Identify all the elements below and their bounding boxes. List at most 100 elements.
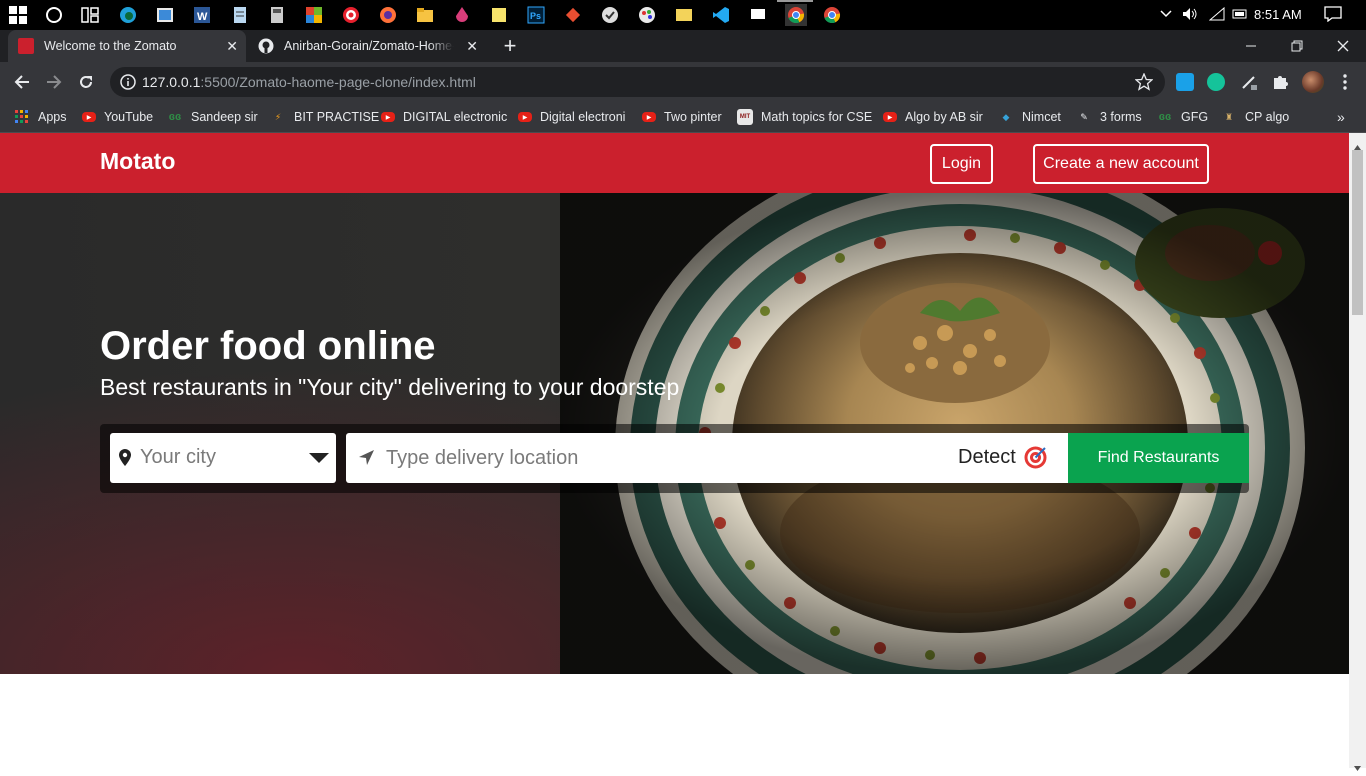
- active-app-indicator: [777, 0, 813, 2]
- volume-icon[interactable]: [1182, 7, 1198, 24]
- target-app-icon[interactable]: [341, 5, 361, 25]
- bookmark-cp-algo[interactable]: ♜ CP algo: [1221, 107, 1289, 127]
- back-arrow-icon[interactable]: [10, 70, 34, 94]
- delivery-location-input[interactable]: [386, 445, 946, 471]
- gfg-icon: ɞɞ: [1158, 111, 1172, 123]
- bookmark-label: Algo by AB sir: [905, 110, 983, 124]
- eyedropper-extension-icon[interactable]: [1240, 73, 1258, 91]
- more-bookmarks-icon[interactable]: »: [1337, 107, 1345, 127]
- new-tab-button[interactable]: +: [496, 30, 524, 62]
- create-account-button[interactable]: Create a new account: [1033, 144, 1209, 184]
- bookmark-apps[interactable]: Apps: [14, 107, 67, 127]
- bookmark-3-forms[interactable]: ✎ 3 forms: [1076, 107, 1142, 127]
- extension-translate-icon[interactable]: [1176, 73, 1194, 91]
- login-button[interactable]: Login: [930, 144, 993, 184]
- tab-zomato[interactable]: Welcome to the Zomato ✕: [8, 30, 246, 62]
- target-detect-icon[interactable]: [1023, 445, 1048, 470]
- windows-start-icon[interactable]: [8, 5, 28, 25]
- detect-location-button[interactable]: Detect: [958, 446, 1016, 469]
- bookmark-label: GFG: [1181, 110, 1209, 124]
- scrollbar-thumb[interactable]: [1352, 150, 1363, 315]
- profile-avatar[interactable]: [1302, 71, 1324, 93]
- url-text[interactable]: 127.0.0.1:5500/Zomato-haome-page-clone/i…: [142, 74, 476, 90]
- windows-taskbar: W Ps 8:51 AM: [0, 0, 1366, 30]
- bookmark-digital-electronic[interactable]: ▶ DIGITAL electronic: [381, 107, 507, 127]
- word-icon[interactable]: W: [192, 5, 212, 25]
- bookmark-algo-by-ab-sir[interactable]: ▶ Algo by AB sir: [883, 107, 983, 127]
- browser-toolbar: 127.0.0.1:5500/Zomato-haome-page-clone/i…: [0, 62, 1366, 102]
- city-select[interactable]: Your city: [110, 433, 336, 483]
- find-restaurants-button[interactable]: Find Restaurants: [1068, 433, 1249, 483]
- bookmark-star-icon[interactable]: [1134, 72, 1154, 96]
- caret-down-icon[interactable]: [309, 453, 329, 463]
- bookmark-nimcet[interactable]: ◆ Nimcet: [998, 107, 1061, 127]
- task-view-icon[interactable]: [80, 5, 100, 25]
- navigation-arrow-icon: [359, 450, 374, 465]
- git-icon[interactable]: [563, 5, 583, 25]
- paint-drop-icon[interactable]: [452, 5, 472, 25]
- edge-browser-icon[interactable]: [118, 5, 138, 25]
- bookmark-gfg[interactable]: ɞɞ GFG: [1157, 107, 1208, 127]
- youtube-icon: ▶: [883, 112, 897, 122]
- calculator-icon[interactable]: [267, 5, 287, 25]
- forward-arrow-icon[interactable]: [42, 70, 66, 94]
- reload-icon[interactable]: [74, 70, 98, 94]
- bookmark-sandeep-sir[interactable]: ɞɞ Sandeep sir: [167, 107, 258, 127]
- github-favicon-icon: [258, 38, 274, 54]
- restore-icon[interactable]: [1274, 30, 1320, 62]
- chat-app-icon[interactable]: [748, 5, 768, 25]
- search-circle-icon[interactable]: [44, 5, 64, 25]
- bookmark-math-topics[interactable]: MIT Math topics for CSE: [737, 107, 872, 127]
- grammarly-icon[interactable]: [1207, 73, 1225, 91]
- tray-chevron-icon[interactable]: [1160, 7, 1172, 22]
- bookmark-two-pinter[interactable]: ▶ Two pinter: [642, 107, 722, 127]
- web-page: Motato Login Create a new account Order …: [0, 133, 1349, 768]
- check-app-icon[interactable]: [600, 5, 620, 25]
- hero-title: Order food online: [100, 324, 436, 368]
- scroll-down-icon[interactable]: [1354, 758, 1361, 776]
- sticky-notes-icon[interactable]: [489, 5, 509, 25]
- url-path: :5500/Zomato-haome-page-clone/index.html: [200, 74, 476, 90]
- forms-icon: ✎: [1080, 111, 1088, 122]
- site-info-icon[interactable]: [120, 74, 136, 95]
- chrome-icon[interactable]: [785, 4, 807, 26]
- taskbar-clock[interactable]: 8:51 AM: [1254, 7, 1302, 22]
- paint-palette-icon[interactable]: [637, 5, 657, 25]
- delivery-location-field[interactable]: Detect: [346, 433, 1069, 483]
- chrome-menu-icon[interactable]: [1336, 73, 1354, 91]
- battery-icon[interactable]: [1232, 7, 1248, 24]
- tab-github[interactable]: Anirban-Gorain/Zomato-Home-P ✕: [248, 30, 486, 62]
- site-navbar: Motato Login Create a new account: [0, 133, 1349, 193]
- firefox-icon[interactable]: [378, 5, 398, 25]
- address-bar[interactable]: 127.0.0.1:5500/Zomato-haome-page-clone/i…: [110, 67, 1165, 97]
- vscode-icon[interactable]: [711, 5, 731, 25]
- photoshop-icon[interactable]: Ps: [526, 5, 546, 25]
- tab-title: Anirban-Gorain/Zomato-Home-P: [284, 39, 454, 53]
- tab-close-icon[interactable]: ✕: [226, 38, 238, 54]
- notification-center-icon[interactable]: [1324, 6, 1342, 25]
- bookmark-label: 3 forms: [1100, 110, 1142, 124]
- close-window-icon[interactable]: [1320, 30, 1366, 62]
- image-viewer-icon[interactable]: [155, 5, 175, 25]
- page-scrollbar[interactable]: [1349, 133, 1366, 771]
- file-explorer-icon[interactable]: [415, 5, 435, 25]
- bookmark-label: Two pinter: [664, 110, 722, 124]
- youtube-icon: ▶: [82, 112, 96, 122]
- svg-text:Ps: Ps: [530, 11, 541, 21]
- bookmark-label: Sandeep sir: [191, 110, 258, 124]
- app-tiles-icon[interactable]: [304, 5, 324, 25]
- photo-app-icon[interactable]: [674, 5, 694, 25]
- notepad-icon[interactable]: [230, 5, 250, 25]
- tab-close-icon[interactable]: ✕: [466, 38, 478, 54]
- bookmark-bit-practise[interactable]: ⚡ BIT PRACTISE: [270, 107, 379, 127]
- bookmark-youtube[interactable]: ▶ YouTube: [82, 107, 153, 127]
- minimize-icon[interactable]: [1228, 30, 1274, 62]
- practice-icon: ⚡: [274, 111, 282, 122]
- bookmark-label: Digital electroni: [540, 110, 626, 124]
- extensions-puzzle-icon[interactable]: [1271, 73, 1289, 91]
- zomato-favicon-icon: [18, 38, 34, 54]
- bookmark-digital-electroni[interactable]: ▶ Digital electroni: [518, 107, 625, 127]
- site-brand[interactable]: Motato: [100, 148, 175, 175]
- chrome-icon-second[interactable]: [822, 5, 842, 25]
- wifi-icon[interactable]: [1208, 6, 1225, 24]
